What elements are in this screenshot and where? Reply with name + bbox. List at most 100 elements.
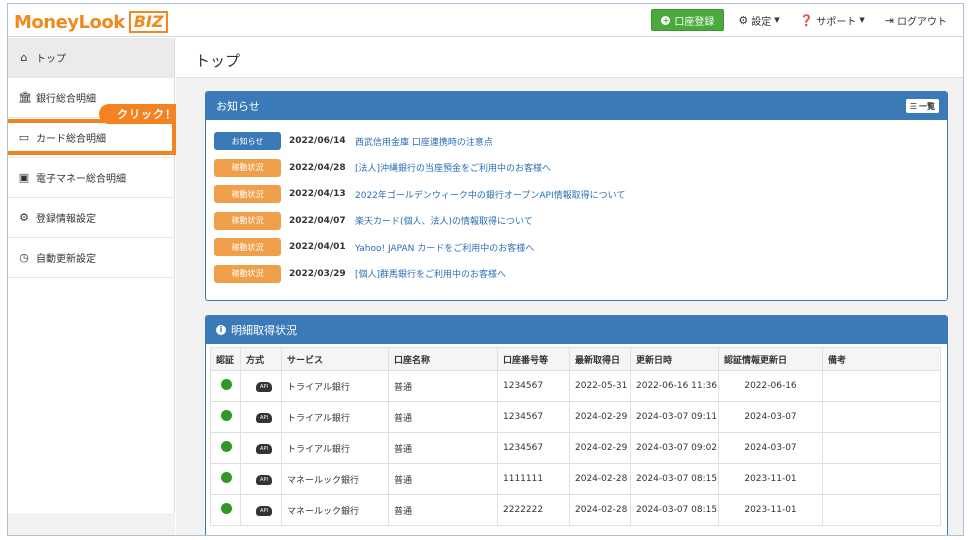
logout-label: ログアウト — [897, 16, 947, 28]
table-row: API マネールック銀行 普通 2222222 2024-02-28 2024-… — [210, 494, 941, 526]
column-header: 認証情報更新日 — [718, 347, 823, 371]
settings-label: 設定 — [751, 16, 772, 28]
list-item: 稼動状況 2022/04/07 楽天カード(個人、法人)の情報取得について — [214, 209, 947, 233]
click-highlight-box — [8, 119, 176, 155]
auth-updated-cell: 2023-11-01 — [718, 463, 823, 495]
auth-cell — [210, 494, 241, 526]
sidebar-item-emoney[interactable]: ▣ 電子マネー総合明細 — [8, 158, 174, 198]
status-ok-icon — [221, 441, 232, 452]
list-item: 稼動状況 2022/03/29 [個人]群馬銀行をご利用中のお客様へ — [214, 262, 947, 286]
money-icon: ▣ — [18, 171, 30, 184]
gear-icon: ⚙ — [19, 211, 29, 224]
column-header: 最新取得日 — [569, 347, 631, 371]
latest-date-cell: 2024-02-28 — [569, 463, 631, 495]
auth-cell — [210, 463, 241, 495]
api-cloud-icon: API — [256, 412, 272, 423]
page-header: トップ — [176, 38, 963, 78]
clock-icon: ◷ — [19, 251, 29, 264]
notice-date: 2022/04/28 — [289, 162, 346, 173]
note-cell — [822, 401, 941, 433]
method-cell: API — [240, 370, 282, 402]
column-header: サービス — [281, 347, 389, 371]
method-cell: API — [240, 432, 282, 464]
auth-cell — [210, 401, 241, 433]
notice-link[interactable]: 楽天カード(個人、法人)の情報取得について — [355, 214, 533, 227]
notice-tag: お知らせ — [214, 132, 281, 150]
status-table: 認証 方式 サービス 口座名称 口座番号等 最新取得日 更新日時 認証情報更新日… — [210, 347, 941, 526]
app-window: MoneyLook BIZ + 口座登録 ⚙ 設定 ▼ ❓ サポート ▼ ⇥ ロ… — [7, 3, 964, 536]
notice-link[interactable]: Yahoo! JAPAN カードをご利用中のお客様へ — [355, 241, 534, 254]
method-cell: API — [240, 401, 282, 433]
account-number-cell: 1234567 — [497, 401, 570, 433]
status-ok-icon — [221, 503, 232, 514]
top-header: MoneyLook BIZ + 口座登録 ⚙ 設定 ▼ ❓ サポート ▼ ⇥ ロ… — [8, 4, 963, 37]
updated-at-cell: 2024-03-07 09:11 — [630, 401, 719, 433]
list-icon: ☰ — [909, 101, 917, 111]
note-cell — [822, 463, 941, 495]
sidebar-item-label: トップ — [36, 54, 66, 65]
notice-date: 2022/04/13 — [289, 189, 346, 199]
table-row: API トライアル銀行 普通 1234567 2024-02-29 2024-0… — [210, 401, 941, 433]
sidebar-item-label: 自動更新設定 — [36, 254, 96, 265]
api-cloud-icon: API — [256, 381, 272, 392]
sidebar-item-label: 銀行総合明細 — [36, 94, 96, 105]
service-cell: マネールック銀行 — [281, 463, 389, 495]
updated-at-cell: 2024-03-07 09:02 — [630, 432, 719, 464]
info-icon: i — [216, 325, 226, 335]
service-cell: トライアル銀行 — [281, 370, 389, 402]
notice-tag: 稼動状況 — [214, 264, 281, 283]
auth-updated-cell: 2024-03-07 — [718, 401, 823, 433]
latest-date-cell: 2024-02-29 — [569, 401, 631, 433]
sidebar-item-registration[interactable]: ⚙ 登録情報設定 — [8, 198, 174, 238]
column-header: 認証 — [210, 347, 241, 371]
notice-link[interactable]: [個人]群馬銀行をご利用中のお客様へ — [355, 267, 506, 280]
account-number-cell: 1234567 — [497, 370, 570, 402]
sidebar-item-label: 登録情報設定 — [36, 214, 96, 225]
register-account-button[interactable]: + 口座登録 — [651, 9, 725, 31]
sidebar-item-label: 電子マネー総合明細 — [36, 174, 126, 185]
service-cell: トライアル銀行 — [281, 401, 389, 433]
auth-updated-cell: 2022-06-16 — [718, 370, 823, 402]
auth-updated-cell: 2023-11-01 — [718, 494, 823, 526]
status-ok-icon — [221, 410, 232, 421]
notice-link[interactable]: 西武信用金庫 口座連携時の注意点 — [355, 135, 493, 148]
notice-date: 2022/04/07 — [289, 215, 346, 226]
notice-list-button[interactable]: ☰ 一覧 — [905, 99, 939, 113]
notice-date: 2022/06/14 — [289, 136, 346, 146]
logout-link[interactable]: ⇥ ログアウト — [879, 13, 953, 28]
updated-at-cell: 2022-06-16 11:36 — [630, 370, 719, 402]
settings-menu[interactable]: ⚙ 設定 ▼ — [732, 13, 785, 28]
latest-date-cell: 2024-02-29 — [569, 432, 631, 464]
account-number-cell: 2222222 — [497, 494, 570, 526]
notice-tag: 稼動状況 — [214, 185, 281, 203]
plus-circle-icon: + — [661, 15, 671, 25]
column-header: 方式 — [240, 347, 282, 371]
status-table-wrap: 認証 方式 サービス 口座名称 口座番号等 最新取得日 更新日時 認証情報更新日… — [206, 344, 947, 526]
method-cell: API — [240, 494, 282, 526]
logo-text: MoneyLook — [14, 11, 125, 33]
sidebar: ⌂ トップ 🏛 銀行総合明細 ▭ カード総合明細 ▣ 電子マネー総合明細 ⚙ 登… — [8, 38, 195, 535]
column-header: 更新日時 — [630, 347, 719, 371]
notice-link[interactable]: 2022年ゴールデンウィーク中の銀行オープンAPI情報取得について — [355, 188, 625, 201]
service-cell: マネールック銀行 — [281, 494, 389, 526]
support-menu[interactable]: ❓ サポート ▼ — [794, 13, 871, 28]
account-name-cell: 普通 — [388, 432, 498, 464]
status-ok-icon — [221, 472, 232, 483]
register-account-label: 口座登録 — [674, 16, 715, 28]
question-icon: ❓ — [799, 13, 814, 27]
table-row: API マネールック銀行 普通 1111111 2024-02-28 2024-… — [210, 463, 941, 495]
auth-cell — [210, 432, 241, 464]
account-name-cell: 普通 — [388, 494, 498, 526]
home-icon: ⌂ — [20, 51, 28, 64]
note-cell — [822, 432, 941, 464]
logo-biz: BIZ — [128, 11, 169, 33]
caret-down-icon: ▼ — [774, 16, 780, 24]
logo[interactable]: MoneyLook BIZ — [14, 10, 169, 34]
notice-panel-title: お知らせ — [216, 100, 260, 113]
sidebar-item-auto-update[interactable]: ◷ 自動更新設定 — [8, 238, 174, 278]
service-cell: トライアル銀行 — [281, 432, 389, 464]
notice-tag: 稼動状況 — [214, 238, 281, 256]
notice-link[interactable]: [法人]沖縄銀行の当座預金をご利用中のお客様へ — [355, 161, 551, 174]
sidebar-item-top[interactable]: ⌂ トップ — [8, 38, 174, 78]
account-name-cell: 普通 — [388, 401, 498, 433]
